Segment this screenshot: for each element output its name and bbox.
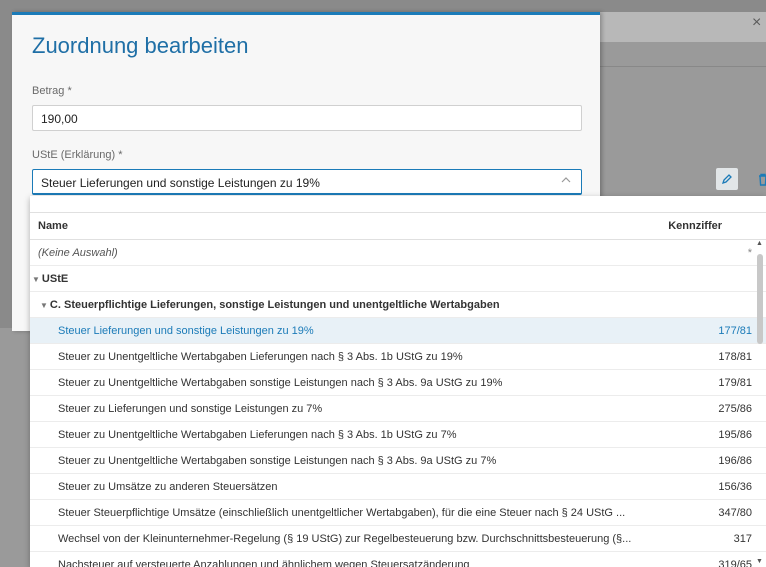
option-code: * [747,247,752,259]
option-label: Steuer zu Umsätze zu anderen Steuersätze… [58,481,278,493]
option-label: Steuer zu Unentgeltliche Wertabgaben Lie… [58,351,463,363]
background-row-actions [716,168,766,190]
scroll-down-icon[interactable]: ▼ [756,558,763,565]
list-header: Name Kennziffer [30,212,766,240]
amount-input[interactable]: 190,00 [32,105,582,131]
expand-triangle-icon: ▼ [32,275,40,284]
option-code: 179/81 [718,377,752,389]
option-label: Steuer Lieferungen und sonstige Leistung… [58,325,314,337]
group-uste[interactable]: ▼ UStE [30,266,766,292]
option-code: 195/86 [718,429,752,441]
group-c[interactable]: ▼ C. Steuerpflichtige Lieferungen, sonsti… [30,292,766,318]
scrollbar[interactable]: ▲ ▼ [756,240,764,565]
option-code: 275/86 [718,403,752,415]
dialog-title: Zuordnung bearbeiten [32,33,249,58]
ust-select[interactable]: Steuer Lieferungen und sonstige Leistung… [32,169,582,195]
option-item[interactable]: Nachsteuer auf versteuerte Anzahlungen u… [30,552,766,567]
background-left [0,328,30,567]
option-item[interactable]: Steuer Steuerpflichtige Umsätze (einschl… [30,500,766,526]
option-label: Steuer zu Lieferungen und sonstige Leist… [58,403,323,415]
ust-dropdown-list: Name Kennziffer (Keine Auswahl) * ▼ UStE … [30,196,766,567]
group-label: UStE [41,273,69,285]
scroll-up-icon[interactable]: ▲ [756,240,763,247]
background-header [600,12,766,42]
option-code: 319/65 [718,559,752,567]
option-none[interactable]: (Keine Auswahl) * [30,240,766,266]
option-item[interactable]: Steuer zu Unentgeltliche Wertabgaben son… [30,448,766,474]
option-code: 196/86 [718,455,752,467]
option-code: 317 [733,533,752,545]
option-label: Wechsel von der Kleinunternehmer-Regelun… [58,533,632,545]
edit-icon[interactable] [716,168,738,190]
option-label: Steuer Steuerpflichtige Umsätze (einschl… [58,507,626,519]
option-item[interactable]: Wechsel von der Kleinunternehmer-Regelun… [30,526,766,552]
option-label: Steuer zu Unentgeltliche Wertabgaben son… [58,377,503,389]
delete-icon[interactable] [752,168,766,190]
option-item[interactable]: Steuer zu Unentgeltliche Wertabgaben Lie… [30,344,766,370]
group-label: C. Steuerpflichtige Lieferungen, sonstig… [49,299,500,311]
expand-triangle-icon: ▼ [40,301,48,310]
option-item[interactable]: Steuer Lieferungen und sonstige Leistung… [30,318,766,344]
chevron-up-icon [561,176,571,187]
option-item[interactable]: Steuer zu Umsätze zu anderen Steuersätze… [30,474,766,500]
column-code-header[interactable]: Kennziffer [668,220,722,232]
option-code: 156/36 [718,481,752,493]
option-code: 347/80 [718,507,752,519]
option-label: Steuer zu Unentgeltliche Wertabgaben Lie… [58,429,457,441]
option-code: 178/81 [718,351,752,363]
close-icon[interactable]: × [752,14,761,32]
option-label: Steuer zu Unentgeltliche Wertabgaben son… [58,455,497,467]
column-name-header[interactable]: Name [38,220,68,232]
amount-label: Betrag * [32,85,72,97]
divider [600,66,766,67]
option-item[interactable]: Steuer zu Unentgeltliche Wertabgaben Lie… [30,422,766,448]
option-code: 177/81 [718,325,752,337]
ust-select-value: Steuer Lieferungen und sonstige Leistung… [41,176,320,190]
options-container: Steuer Lieferungen und sonstige Leistung… [30,318,766,567]
option-label: (Keine Auswahl) [38,247,118,259]
ust-label: UStE (Erklärung) * [32,149,123,161]
option-item[interactable]: Steuer zu Unentgeltliche Wertabgaben son… [30,370,766,396]
option-item[interactable]: Steuer zu Lieferungen und sonstige Leist… [30,396,766,422]
option-label: Nachsteuer auf versteuerte Anzahlungen u… [58,559,470,567]
scrollbar-thumb[interactable] [757,254,763,344]
